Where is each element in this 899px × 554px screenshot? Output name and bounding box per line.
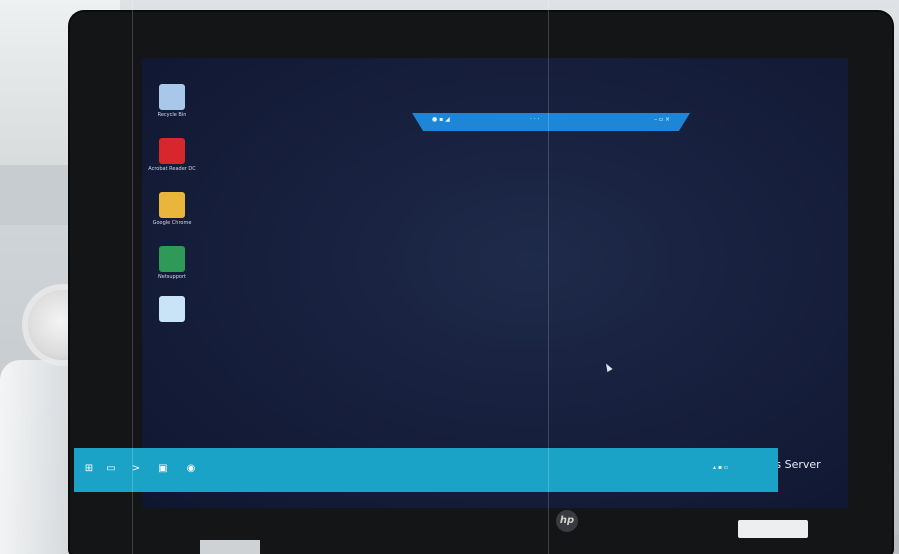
remote-desktop-bar[interactable]: ● ▪ ◢ · · · – ▫ × — [412, 113, 690, 131]
window-app-icon — [159, 296, 185, 322]
desktop-screen: Recycle Bin Acrobat Reader DC Google Chrom… — [142, 58, 848, 508]
desktop-shortcut[interactable]: Netsupport — [142, 246, 202, 280]
start-icon[interactable]: ⊞ — [82, 462, 96, 476]
explorer-icon[interactable]: ▣ — [156, 462, 170, 476]
desktop-shortcut-label: Acrobat Reader DC — [148, 166, 196, 172]
hinge-right — [738, 520, 808, 538]
chrome-icon — [159, 192, 185, 218]
desktop-shortcut[interactable]: Google Chrome — [142, 192, 202, 226]
desktop-shortcut-label: Recycle Bin — [157, 112, 187, 118]
rdp-window-controls[interactable]: – ▫ × — [654, 116, 670, 123]
desktop-shortcut[interactable] — [142, 296, 202, 322]
scan-artifact-line — [548, 0, 549, 554]
acrobat-reader-icon — [159, 138, 185, 164]
desktop-shortcut[interactable]: Acrobat Reader DC — [142, 138, 202, 172]
server-manager-icon[interactable]: ▭ — [104, 462, 118, 476]
desktop-shortcut[interactable]: Recycle Bin — [142, 84, 202, 118]
taskbar: ⊞ ▭ > ▣ ◉ ▴ ▪ ▫ — [74, 448, 778, 492]
rdp-title: · · · — [530, 116, 540, 123]
recycle-bin-icon — [159, 84, 185, 110]
pin-icon[interactable]: ● ▪ ◢ — [432, 116, 450, 123]
desktop-shortcut-label: Netsupport — [158, 274, 186, 280]
photo-background: Recycle Bin Acrobat Reader DC Google Chrom… — [0, 0, 899, 554]
chrome-taskbar-icon[interactable]: ◉ — [184, 462, 198, 476]
system-tray[interactable]: ▴ ▪ ▫ — [713, 464, 728, 471]
scan-artifact-line — [132, 0, 133, 554]
hinge-left — [200, 540, 260, 554]
app-icon — [159, 246, 185, 272]
desktop-shortcut-label: Google Chrome — [152, 220, 192, 226]
hp-logo: hp — [556, 510, 578, 532]
mouse-cursor — [603, 362, 613, 372]
